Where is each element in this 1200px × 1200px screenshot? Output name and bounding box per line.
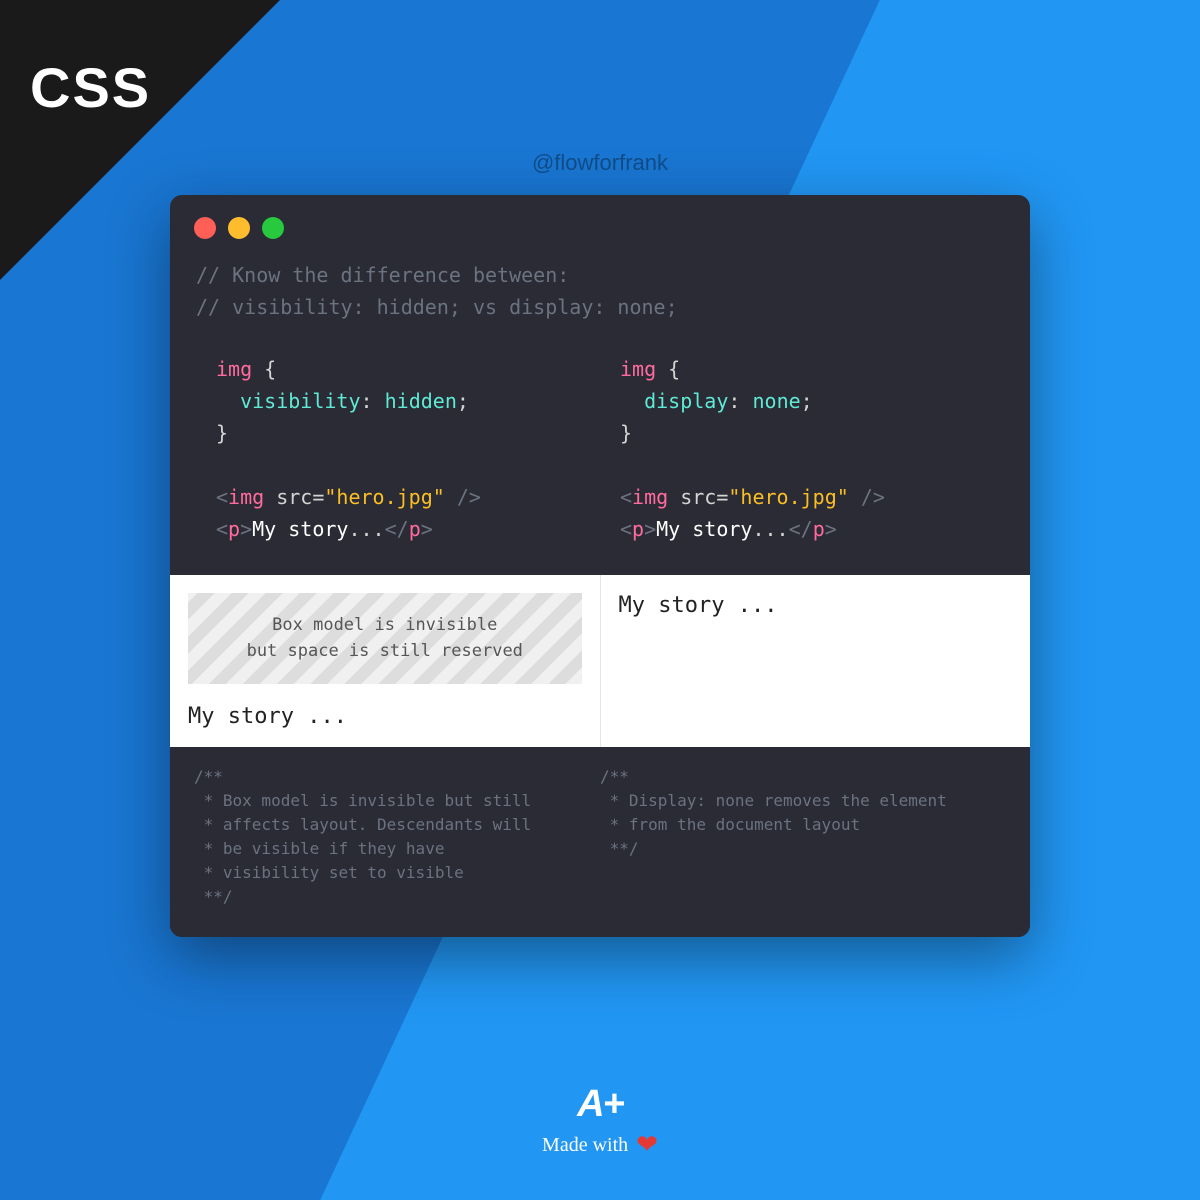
dots: ... — [348, 517, 384, 541]
output-right: My story ... — [601, 575, 1031, 747]
attr: src — [680, 485, 716, 509]
notes-area: /** * Box model is invisible but still *… — [170, 747, 1030, 937]
html-snippet-left: <img src="hero.jpg" /> <p>My story...</p… — [216, 481, 600, 545]
selector: img — [216, 357, 252, 381]
tag-p: p — [228, 517, 240, 541]
css-rule-left: img { visibility: hidden; } — [216, 353, 600, 449]
invisible-box-placeholder: Box model is invisible but space is stil… — [188, 593, 582, 684]
string: "hero.jpg" — [728, 485, 848, 509]
heart-icon: ❤ — [636, 1130, 658, 1160]
made-text: Made with — [542, 1134, 628, 1157]
selector: img — [620, 357, 656, 381]
tag-img: img — [228, 485, 264, 509]
output-left: Box model is invisible but space is stil… — [170, 575, 601, 747]
logo: A+ — [542, 1083, 658, 1126]
tag-p-close: p — [409, 517, 421, 541]
footer: A+ Made with ❤ — [542, 1083, 658, 1160]
badge-text: CSS — [30, 55, 151, 120]
note-right: /** * Display: none removes the element … — [600, 765, 1006, 909]
css-rule-right: img { display: none; } — [620, 353, 1004, 449]
property: visibility — [240, 389, 360, 413]
placeholder-line-2: but space is still reserved — [198, 639, 572, 665]
right-column: img { display: none; } <img src="hero.jp… — [600, 353, 1004, 545]
html-snippet-right: <img src="hero.jpg" /> <p>My story...</p… — [620, 481, 1004, 545]
tag-p-close: p — [813, 517, 825, 541]
value: none — [752, 389, 800, 413]
author-handle: @flowforfrank — [532, 150, 668, 176]
code-columns: img { visibility: hidden; } <img src="he… — [196, 353, 1004, 545]
output-text-left: My story ... — [170, 704, 582, 729]
property: display — [644, 389, 728, 413]
note-left: /** * Box model is invisible but still *… — [194, 765, 600, 909]
text-content: My story — [252, 517, 348, 541]
code-window: // Know the difference between: // visib… — [170, 195, 1030, 937]
left-column: img { visibility: hidden; } <img src="he… — [196, 353, 600, 545]
comment-line-1: // Know the difference between: — [196, 259, 1004, 291]
value: hidden — [385, 389, 457, 413]
code-area: // Know the difference between: // visib… — [170, 249, 1030, 575]
text-content: My story — [656, 517, 752, 541]
made-with: Made with ❤ — [542, 1130, 658, 1160]
output-area: Box model is invisible but space is stil… — [170, 575, 1030, 747]
window-titlebar — [170, 195, 1030, 249]
corner-badge — [0, 0, 280, 280]
comment-line-2: // visibility: hidden; vs display: none; — [196, 291, 1004, 323]
attr: src — [276, 485, 312, 509]
tag-p: p — [632, 517, 644, 541]
placeholder-line-1: Box model is invisible — [198, 613, 572, 639]
tag-img: img — [632, 485, 668, 509]
dots: ... — [752, 517, 788, 541]
output-text-right: My story ... — [619, 593, 1013, 618]
string: "hero.jpg" — [324, 485, 444, 509]
